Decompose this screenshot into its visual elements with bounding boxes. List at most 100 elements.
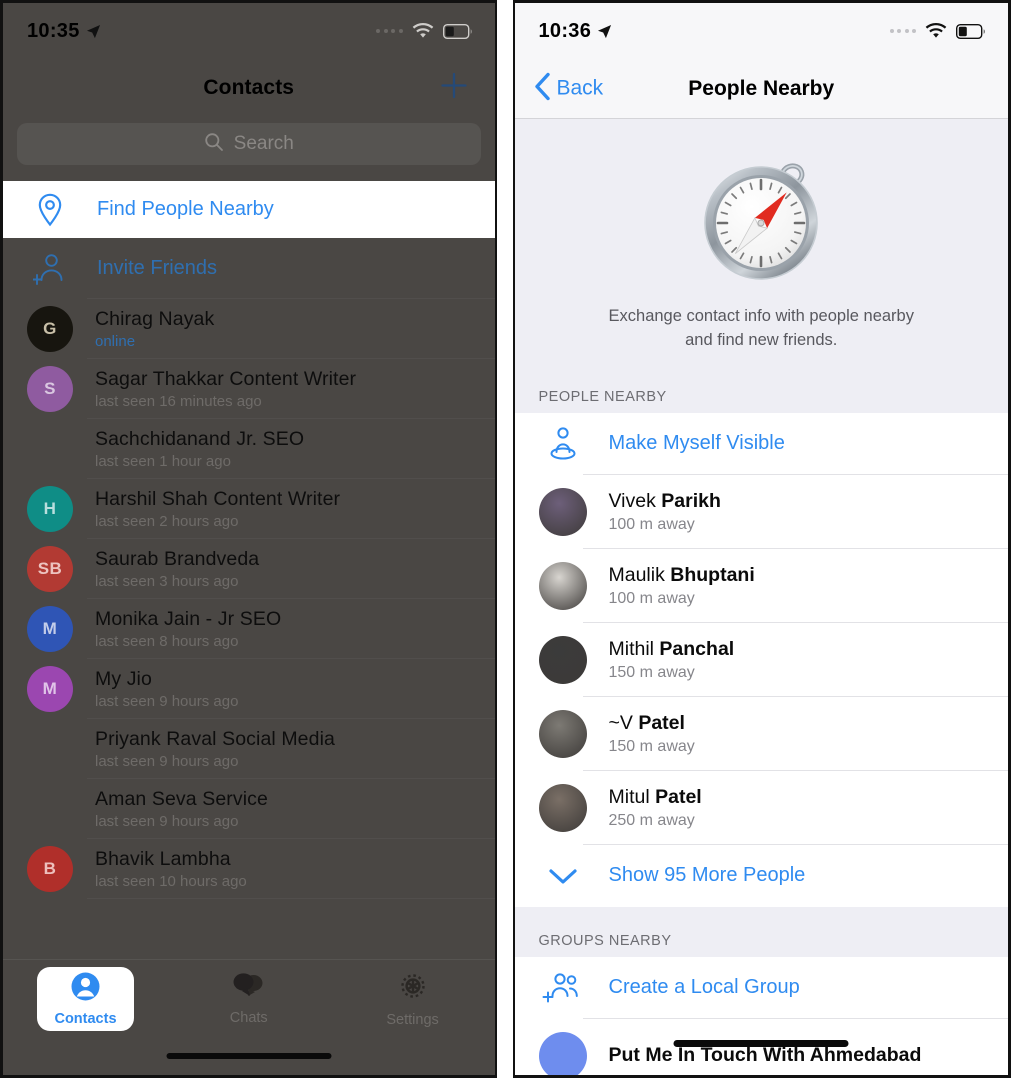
person-nearby-row[interactable]: Maulik Bhuptani 100 m away: [515, 549, 1008, 623]
contact-row[interactable]: M Monika Jain - Jr SEO last seen 8 hours a…: [3, 599, 495, 659]
person-nearby-row[interactable]: ~V Patel 150 m away: [515, 697, 1008, 771]
status-indicators: [889, 23, 987, 39]
hero-description: Exchange contact info with people nearby…: [515, 305, 1009, 353]
right-nav-bar: Back People Nearby: [514, 59, 1008, 119]
contact-name: Monika Jain - Jr SEO: [95, 608, 282, 630]
contact-row[interactable]: Priyank Raval Social Media last seen 9 ho…: [3, 719, 495, 779]
tab-settings[interactable]: Settings: [331, 960, 495, 1038]
person-meta: Mitul Patel 250 m away: [609, 786, 702, 830]
person-name: Maulik Bhuptani: [609, 564, 755, 587]
search-icon: [204, 132, 224, 157]
contact-name: Priyank Raval Social Media: [95, 728, 335, 750]
person-nearby-row[interactable]: Mitul Patel 250 m away: [515, 771, 1008, 845]
back-label: Back: [556, 76, 604, 100]
people-nearby-section-header: PEOPLE NEARBY: [514, 374, 1008, 413]
show-more-people-row[interactable]: Show 95 More People: [515, 845, 1009, 907]
contact-name: Aman Seva Service: [95, 788, 268, 810]
contact-status: last seen 9 hours ago: [95, 693, 239, 710]
signal-dots-icon: [376, 29, 403, 33]
person-name: Mitul Patel: [609, 786, 702, 809]
contact-row[interactable]: B Bhavik Lambha last seen 10 hours ago: [3, 839, 495, 899]
contact-meta: Priyank Raval Social Media last seen 9 ho…: [95, 728, 335, 770]
search-placeholder: Search: [233, 133, 294, 154]
person-distance: 150 m away: [608, 737, 695, 755]
search-input[interactable]: Search: [17, 123, 481, 165]
contact-row[interactable]: S Sagar Thakkar Content Writer last seen 1…: [3, 359, 495, 419]
tab-contacts-highlight[interactable]: Contacts: [37, 967, 134, 1031]
avatar: [538, 487, 587, 536]
person-meta: ~V Patel 150 m away: [609, 712, 695, 756]
wifi-icon: [925, 23, 947, 39]
contact-row[interactable]: SB Saurab Brandveda last seen 3 hours ago: [3, 539, 495, 599]
battery-low-icon: [442, 23, 473, 39]
contact-row[interactable]: H Harshil Shah Content Writer last seen 2 …: [3, 479, 495, 539]
panel-gap: [496, 0, 513, 1078]
avatar: M: [27, 666, 73, 712]
contact-meta: My Jio last seen 9 hours ago: [95, 668, 238, 710]
hero-line-1: Exchange contact info with people nearby: [608, 307, 914, 325]
wifi-icon: [412, 23, 434, 39]
contact-status: last seen 3 hours ago: [95, 573, 239, 590]
people-nearby-card: Make Myself Visible Vivek Parikh 100 m aw…: [514, 412, 1009, 907]
contact-row[interactable]: Aman Seva Service last seen 9 hours ago: [3, 779, 495, 839]
back-button[interactable]: Back: [533, 71, 604, 106]
person-meta: Vivek Parikh 100 m away: [609, 490, 721, 534]
group-avatar: [538, 1031, 587, 1075]
contact-meta: Aman Seva Service last seen 9 hours ago: [95, 788, 268, 830]
avatar: [27, 786, 73, 832]
make-myself-visible-row[interactable]: Make Myself Visible: [515, 413, 1008, 475]
person-nearby-row[interactable]: Vivek Parikh 100 m away: [515, 475, 1008, 549]
page-title: Contacts: [203, 76, 295, 99]
person-distance: 250 m away: [608, 811, 695, 829]
person-last-name: Patel: [638, 711, 685, 734]
person-filled-icon-highlighted: [70, 971, 101, 1007]
contact-name: My Jio: [95, 668, 152, 690]
person-first-name: ~V: [608, 711, 639, 734]
person-last-name: Bhuptani: [670, 563, 755, 586]
person-nearby-row[interactable]: Mithil Panchal 150 m away: [515, 623, 1008, 697]
contact-status: last seen 9 hours ago: [95, 753, 239, 770]
contact-row[interactable]: Sachchidanand Jr. SEO last seen 1 hour ag…: [3, 419, 495, 479]
avatar: [538, 709, 587, 758]
tab-settings-label: Settings: [386, 1012, 439, 1028]
group-row[interactable]: Put Me In Touch With Ahmedabad: [515, 1019, 1009, 1075]
contact-row[interactable]: G Chirag Nayak online: [3, 299, 495, 359]
location-pin-icon: [27, 193, 73, 227]
chevron-down-icon: [539, 852, 587, 900]
plus-icon[interactable]: [439, 71, 469, 106]
row-separator: [87, 898, 495, 899]
show-more-people-label: Show 95 More People: [608, 864, 806, 887]
person-meta: Maulik Bhuptani 100 m away: [609, 564, 755, 608]
contact-name: Bhavik Lambha: [95, 848, 231, 870]
contact-status: last seen 9 hours ago: [95, 813, 239, 830]
person-name: ~V Patel: [609, 712, 695, 735]
page-title: People Nearby: [688, 76, 835, 100]
invite-friends-row[interactable]: Invite Friends: [3, 238, 495, 299]
tab-chats[interactable]: Chats: [167, 960, 331, 1038]
contact-status: last seen 10 hours ago: [95, 873, 247, 890]
person-name: Mithil Panchal: [609, 638, 735, 661]
status-time-group: 10:35: [27, 20, 101, 43]
battery-low-icon: [956, 23, 986, 39]
contact-meta: Chirag Nayak online: [95, 308, 214, 350]
left-nav-bar: Contacts: [3, 59, 495, 117]
tab-chats-label: Chats: [229, 1010, 268, 1026]
signal-dots-icon: [889, 29, 916, 33]
avatar: [27, 726, 73, 772]
find-people-nearby-row[interactable]: Find People Nearby: [3, 181, 495, 238]
avatar: S: [27, 366, 73, 412]
contact-name: Sagar Thakkar Content Writer: [95, 368, 357, 390]
person-distance: 100 m away: [608, 515, 695, 533]
avatar: G: [27, 306, 73, 352]
status-time: 10:35: [27, 19, 80, 42]
contact-status: last seen 2 hours ago: [95, 513, 239, 530]
contact-row[interactable]: M My Jio last seen 9 hours ago: [3, 659, 495, 719]
invite-friends-label: Invite Friends: [97, 257, 218, 279]
contact-status: last seen 8 hours ago: [95, 633, 239, 650]
person-distance: 100 m away: [608, 589, 695, 607]
contact-status: online: [95, 333, 136, 350]
create-local-group-row[interactable]: Create a Local Group: [515, 957, 1008, 1019]
avatar: H: [27, 486, 73, 532]
right-phone-people-nearby-screen: 10:36 Back People Nearby Exchange contac…: [512, 0, 1011, 1078]
contact-meta: Bhavik Lambha last seen 10 hours ago: [95, 848, 247, 890]
